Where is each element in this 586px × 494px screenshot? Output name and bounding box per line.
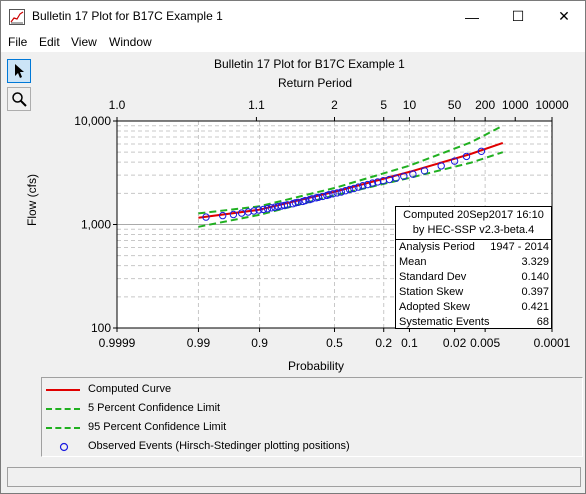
statistics-box: Computed 20Sep2017 16:10 by HEC-SSP v2.3…	[395, 206, 552, 329]
top-tick-label: 2	[331, 98, 338, 112]
legend-label: 5 Percent Confidence Limit	[88, 402, 221, 414]
stats-value: 0.397	[521, 286, 549, 298]
x-tick-label: 0.99	[187, 336, 211, 350]
stats-row-station-skew: Station Skew 0.397	[399, 286, 549, 301]
x-tick-label: 0.02	[443, 336, 467, 350]
top-tick-label: 200	[475, 98, 495, 112]
y-tick-label: 100	[91, 321, 111, 335]
legend-swatch-circle	[59, 442, 69, 452]
stats-row-systematic-events: Systematic Events 68	[399, 316, 549, 331]
stats-key: Adopted Skew	[399, 301, 470, 313]
stats-header-version: by HEC-SSP v2.3-beta.4	[412, 224, 535, 236]
top-tick-label: 5	[380, 98, 387, 112]
stats-key: Mean	[399, 256, 427, 268]
stats-value: 0.421	[521, 301, 549, 313]
stats-value: 3.329	[521, 256, 549, 268]
stats-header-computed: Computed 20Sep2017 16:10	[403, 209, 544, 221]
stats-key: Systematic Events	[399, 316, 490, 328]
stats-divider	[396, 239, 551, 240]
x-tick-label: 0.9	[251, 336, 268, 350]
legend-swatch-dashed	[46, 427, 80, 429]
legend-label: Computed Curve	[88, 383, 172, 395]
x-tick-label: 0.005	[470, 336, 500, 350]
stats-row-analysis-period: Analysis Period 1947 - 2014	[399, 241, 549, 256]
top-tick-label: 1000	[502, 98, 529, 112]
x-tick-label: 0.0001	[534, 336, 571, 350]
status-bar	[7, 467, 581, 487]
top-tick-label: 10000	[535, 98, 569, 112]
stats-row-standard-dev: Standard Dev 0.140	[399, 271, 549, 286]
plot-window: Bulletin 17 Plot for B17C Example 1 — ☐ …	[0, 0, 586, 494]
legend-label: Observed Events (Hirsch-Stedinger plotti…	[88, 440, 350, 452]
legend-swatch-dashed	[46, 408, 80, 410]
legend-swatch-solid	[46, 389, 80, 391]
stats-value: 1947 - 2014	[490, 241, 549, 253]
x-tick-label: 0.9999	[99, 336, 136, 350]
y-tick-label: 1,000	[81, 218, 111, 232]
stats-row-mean: Mean 3.329	[399, 256, 549, 271]
stats-key: Analysis Period	[399, 241, 475, 253]
top-tick-label: 10	[403, 98, 417, 112]
stats-value: 0.140	[521, 271, 549, 283]
x-tick-label: 0.1	[401, 336, 418, 350]
x-tick-label: 0.2	[375, 336, 392, 350]
top-tick-label: 1.0	[109, 98, 126, 112]
stats-key: Standard Dev	[399, 271, 467, 283]
top-tick-label: 1.1	[248, 98, 265, 112]
legend-panel: Computed Curve 5 Percent Confidence Limi…	[41, 377, 583, 457]
stats-row-adopted-skew: Adopted Skew 0.421	[399, 301, 549, 316]
y-tick-label: 10,000	[74, 114, 111, 128]
legend-label: 95 Percent Confidence Limit	[88, 421, 227, 433]
stats-value: 68	[536, 316, 549, 328]
stats-key: Station Skew	[399, 286, 464, 298]
x-tick-label: 0.5	[326, 336, 343, 350]
top-tick-label: 50	[448, 98, 462, 112]
